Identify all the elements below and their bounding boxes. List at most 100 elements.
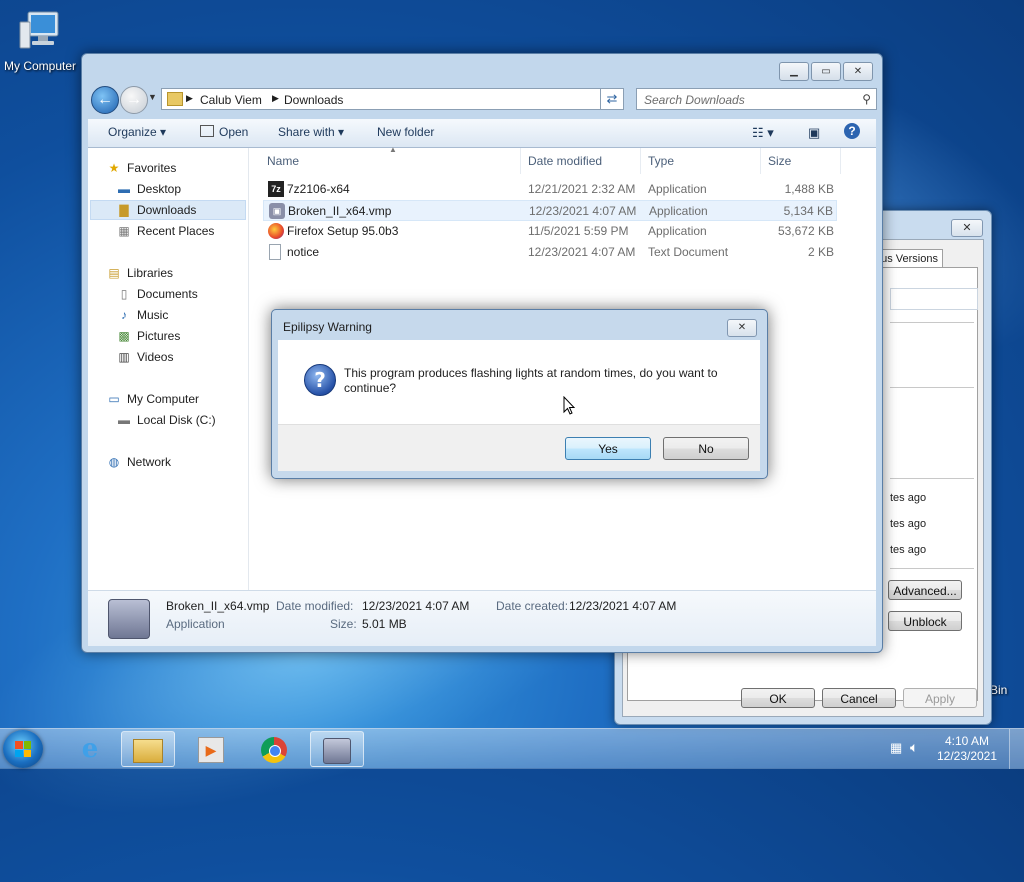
- navigation-pane: ★ Favorites ▬ Desktop ▇ Downloads ▦ Recent P…: [88, 148, 249, 590]
- file-row-selected[interactable]: ▣ Broken_II_x64.vmp 12/23/2021 4:07 AM A…: [263, 200, 837, 221]
- preview-pane-icon[interactable]: ▣: [808, 125, 820, 141]
- nav-favorites[interactable]: ★ Favorites: [106, 158, 177, 178]
- column-header-size[interactable]: Size: [768, 154, 791, 168]
- system-tray: ▦ 🔈︎ 4:10 AM 12/23/2021: [884, 729, 1024, 769]
- taskbar-explorer[interactable]: [121, 731, 175, 767]
- recent-pages-dropdown[interactable]: ▼: [148, 92, 157, 102]
- file-size: 2 KB: [807, 245, 834, 259]
- view-options-icon[interactable]: ☷ ▾: [752, 125, 774, 141]
- details-date-modified-label: Date modified:: [276, 599, 354, 613]
- nav-label: Network: [127, 455, 172, 469]
- search-icon[interactable]: ⚲: [862, 92, 871, 106]
- file-row[interactable]: Firefox Setup 95.0b3 11/5/2021 5:59 PM A…: [263, 221, 837, 242]
- nav-label: Pictures: [137, 329, 181, 343]
- organize-menu[interactable]: Organize ▾: [108, 125, 166, 139]
- taskbar-media-player[interactable]: ▶: [184, 731, 238, 767]
- nav-documents[interactable]: ▯ Documents: [116, 284, 198, 304]
- no-button[interactable]: No: [663, 437, 749, 460]
- details-file-name: Broken_II_x64.vmp: [166, 599, 270, 613]
- nav-my-computer[interactable]: ▭ My Computer: [106, 389, 199, 409]
- file-row[interactable]: 7z 7z2106-x64 12/21/2021 2:32 AM Applica…: [263, 179, 837, 200]
- unblock-button[interactable]: Unblock: [888, 611, 962, 631]
- chevron-right-icon[interactable]: ▶: [272, 93, 279, 104]
- nav-label: Music: [137, 308, 169, 322]
- search-input[interactable]: Search Downloads: [644, 93, 745, 107]
- properties-time-created: tes ago: [890, 492, 927, 504]
- details-date-created-label: Date created:: [496, 599, 569, 613]
- recycle-bin-label-partial[interactable]: Bin: [990, 683, 1007, 697]
- forward-button[interactable]: →: [120, 86, 148, 114]
- column-header-date-modified[interactable]: Date modified: [528, 154, 602, 168]
- epilepsy-warning-dialog: Epilipsy Warning ✕ ? This program produc…: [271, 309, 768, 479]
- open-button[interactable]: Open: [200, 125, 248, 139]
- nav-libraries[interactable]: ▤ Libraries: [106, 263, 173, 283]
- nav-recent-places[interactable]: ▦ Recent Places: [116, 221, 214, 241]
- file-size: 53,672 KB: [777, 224, 834, 238]
- file-row[interactable]: notice 12/23/2021 4:07 AM Text Document …: [263, 242, 837, 263]
- new-folder-button[interactable]: New folder: [377, 125, 434, 139]
- maximize-button[interactable]: ▭: [811, 62, 841, 81]
- media-player-icon: ▶: [198, 736, 224, 763]
- chrome-icon: [261, 736, 287, 763]
- clock-time: 4:10 AM: [944, 734, 990, 748]
- share-with-menu[interactable]: Share with ▾: [278, 125, 344, 139]
- taskbar-chrome[interactable]: [247, 731, 301, 767]
- breadcrumb-user[interactable]: Calub Viem: [200, 93, 262, 107]
- file-date: 12/23/2021 4:07 AM: [528, 245, 636, 259]
- nav-label: Favorites: [127, 161, 177, 175]
- properties-apply-button[interactable]: Apply: [903, 688, 977, 708]
- nav-network[interactable]: ◍ Network: [106, 452, 171, 472]
- details-date-created: 12/23/2021 4:07 AM: [569, 599, 677, 613]
- file-type: Text Document: [648, 245, 729, 259]
- system-clock[interactable]: 4:10 AM 12/23/2021: [932, 734, 1002, 764]
- start-button[interactable]: [3, 730, 43, 768]
- nav-label: Recent Places: [137, 224, 215, 238]
- help-icon[interactable]: ?: [844, 123, 860, 139]
- vmp-large-icon: [108, 599, 150, 639]
- open-label: Open: [219, 125, 249, 139]
- network-tray-icon[interactable]: ▦: [890, 740, 902, 756]
- libraries-icon: ▤: [108, 266, 120, 280]
- yes-button[interactable]: Yes: [565, 437, 651, 460]
- file-name: Firefox Setup 95.0b3: [287, 224, 399, 238]
- back-button[interactable]: ←: [91, 86, 119, 114]
- address-bar[interactable]: ▶ Calub Viem ▶ Downloads ▼: [161, 88, 623, 110]
- nav-label: Downloads: [137, 203, 197, 217]
- dialog-close-button[interactable]: ✕: [727, 319, 757, 337]
- file-size: 5,134 KB: [783, 204, 833, 218]
- chevron-right-icon[interactable]: ▶: [186, 93, 193, 104]
- minimize-button[interactable]: ▁: [779, 62, 809, 81]
- properties-cancel-button[interactable]: Cancel: [822, 688, 896, 708]
- breadcrumb-downloads[interactable]: Downloads: [284, 93, 343, 107]
- nav-desktop[interactable]: ▬ Desktop: [116, 179, 181, 199]
- divider: [890, 387, 974, 388]
- 7z-icon: 7z: [268, 181, 284, 197]
- nav-local-disk[interactable]: ▬ Local Disk (C:): [116, 410, 216, 430]
- tab-previous-versions[interactable]: us Versions: [873, 249, 943, 267]
- details-size: 5.01 MB: [362, 617, 407, 631]
- properties-close-button[interactable]: ✕: [951, 219, 983, 237]
- command-bar: Organize ▾ Open Share with ▾ New folder …: [88, 119, 876, 148]
- column-header-type[interactable]: Type: [648, 154, 674, 168]
- taskbar-internet-explorer[interactable]: e: [63, 731, 117, 767]
- close-button[interactable]: ✕: [843, 62, 873, 81]
- properties-time-modified: tes ago: [890, 518, 927, 530]
- nav-music[interactable]: ♪ Music: [116, 305, 168, 325]
- nav-videos[interactable]: ▥ Videos: [116, 347, 173, 367]
- nav-label: My Computer: [127, 392, 200, 406]
- column-header-name[interactable]: Name: [267, 154, 299, 168]
- taskbar-vmp-app[interactable]: [310, 731, 364, 767]
- refresh-button[interactable]: ⇄: [600, 88, 624, 110]
- properties-field[interactable]: [890, 288, 978, 310]
- pictures-icon: ▩: [118, 329, 130, 343]
- properties-ok-button[interactable]: OK: [741, 688, 815, 708]
- desktop-icon-my-computer[interactable]: My Computer: [2, 8, 78, 73]
- nav-downloads[interactable]: ▇ Downloads: [116, 200, 196, 220]
- show-desktop-button[interactable]: [1009, 729, 1024, 769]
- volume-icon[interactable]: 🔈︎: [910, 739, 918, 756]
- search-box[interactable]: Search Downloads ⚲: [636, 88, 877, 110]
- advanced-button[interactable]: Advanced...: [888, 580, 962, 600]
- nav-label: Libraries: [127, 266, 174, 280]
- nav-pictures[interactable]: ▩ Pictures: [116, 326, 180, 346]
- vmp-icon: [323, 737, 351, 764]
